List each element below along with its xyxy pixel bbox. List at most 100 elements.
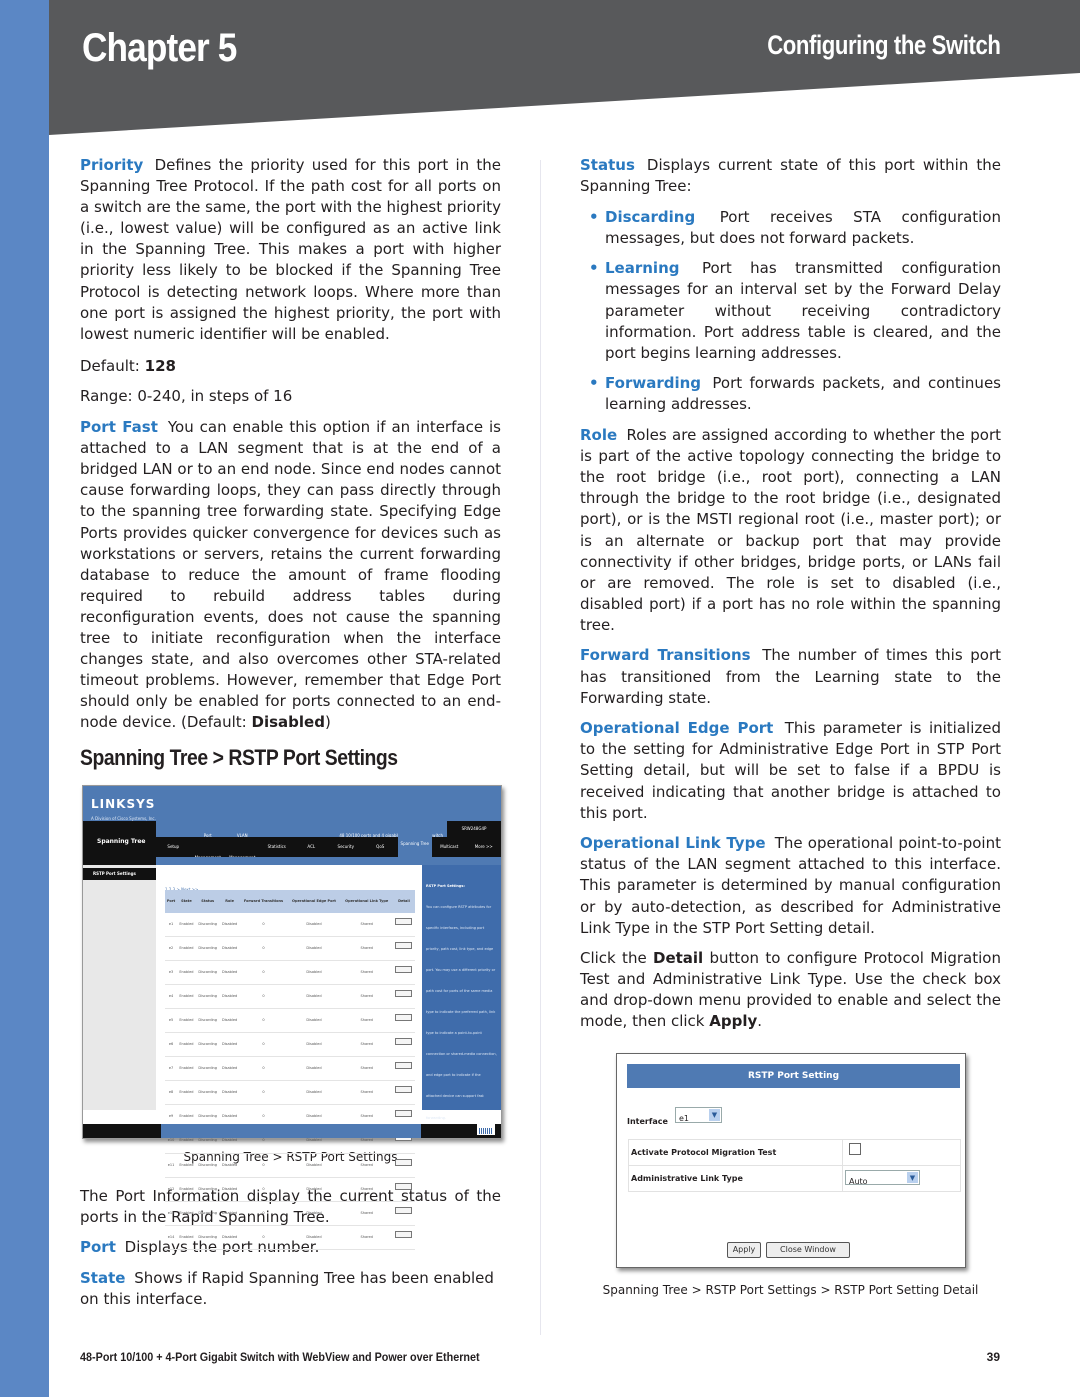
s1-nav-spanning-tree[interactable]: Spanning Tree bbox=[397, 830, 432, 857]
s1-cell: 0 bbox=[239, 984, 288, 1010]
s1-cell: Shared bbox=[340, 960, 393, 985]
s1-cell: Discarding bbox=[195, 936, 220, 961]
s1-detail-cell bbox=[392, 1201, 415, 1226]
s1-model-name: SRW248G4P bbox=[447, 820, 501, 837]
detail-button[interactable] bbox=[395, 917, 413, 925]
s1-cell: 0 bbox=[239, 1201, 288, 1226]
forwarding-term: Forwarding bbox=[605, 374, 702, 393]
s1-cell: Discarding bbox=[195, 960, 220, 985]
s1-cell: Shared bbox=[340, 984, 393, 1010]
table-row: e14 Enabled Discarding Disabled 0 Disabled Sha… bbox=[165, 1225, 415, 1250]
s1-nav-statistics[interactable]: Statistics bbox=[260, 836, 295, 857]
s1-sub-nav bbox=[156, 856, 501, 865]
s1-cell: Enabled bbox=[177, 1056, 196, 1082]
bullet-discarding: Discarding Port receives STA configurati… bbox=[580, 207, 1001, 249]
s1-cell: Discarding bbox=[195, 912, 220, 937]
section-title: Configuring the Switch bbox=[766, 30, 1001, 60]
s1-detail-cell bbox=[392, 936, 415, 961]
s1-cell: Disabled bbox=[219, 1032, 240, 1058]
s1-column-header: State bbox=[177, 889, 196, 913]
left-column: Priority Defines the priority used for t… bbox=[80, 155, 502, 1320]
detail-button[interactable] bbox=[395, 1158, 413, 1166]
s1-nav-setup[interactable]: Setup bbox=[156, 836, 191, 857]
detail-button[interactable] bbox=[395, 989, 413, 997]
s2-link-type-select[interactable]: Auto ▼ bbox=[845, 1169, 920, 1186]
s1-cell: 0 bbox=[239, 936, 288, 961]
table-row: e5 Enabled Discarding Disabled 0 Disabled Shar… bbox=[165, 1008, 415, 1034]
detail-button[interactable] bbox=[395, 1086, 413, 1094]
s1-cell: Disabled bbox=[219, 936, 240, 961]
detail-button[interactable] bbox=[395, 1230, 413, 1238]
port-fast-close: ) bbox=[324, 713, 331, 732]
s1-detail-cell bbox=[392, 984, 415, 1010]
s1-cell: Enabled bbox=[177, 912, 196, 937]
s1-help-panel: RSTP Port Settings: You can configure RS… bbox=[422, 864, 501, 1120]
detail-button[interactable] bbox=[395, 965, 413, 973]
s1-cell: Shared bbox=[340, 1080, 393, 1106]
s2-interface-value: e1 bbox=[679, 1113, 690, 1123]
s1-cell: e13 bbox=[165, 1201, 178, 1226]
s1-nav-more[interactable]: More >> bbox=[467, 836, 502, 857]
s1-nav-qos[interactable]: QoS bbox=[363, 836, 398, 857]
s1-cell: Disabled bbox=[287, 1201, 341, 1226]
s1-left-item-rstp-port-settings[interactable]: RSTP Port Settings bbox=[83, 867, 156, 880]
s1-cell: Discarding bbox=[195, 1201, 220, 1226]
page-number: 39 bbox=[986, 1350, 1000, 1364]
s1-column-header: Port bbox=[165, 889, 178, 913]
port-fast-default: Disabled bbox=[251, 713, 325, 732]
s1-cell: Disabled bbox=[287, 1153, 341, 1178]
state-term: State bbox=[80, 1268, 126, 1287]
s2-link-type-value: Auto bbox=[849, 1176, 868, 1186]
priority-text: Defines the priority used for this port … bbox=[80, 156, 501, 343]
s1-cell: 0 bbox=[239, 960, 288, 985]
s1-nav-bar: Setup Port Management VLAN Management St… bbox=[156, 830, 502, 860]
s1-cell: Disabled bbox=[287, 1177, 341, 1202]
s1-help-text: You can configure RSTP attributes for sp… bbox=[426, 904, 497, 1120]
s2-migration-checkbox[interactable] bbox=[849, 1142, 861, 1155]
s1-column-header: Forward Transitions bbox=[239, 889, 288, 913]
click-detail-paragraph: Click the Detail button to configure Pro… bbox=[580, 948, 1001, 1032]
detail-button[interactable] bbox=[395, 1110, 413, 1118]
detail-button[interactable] bbox=[395, 941, 413, 949]
s1-cell: Disabled bbox=[219, 912, 240, 937]
operational-edge-port-term: Operational Edge Port bbox=[580, 719, 774, 738]
s1-cell: Enabled bbox=[177, 1008, 196, 1034]
s1-cell: Shared bbox=[340, 1201, 393, 1226]
s1-nav-acl[interactable]: ACL bbox=[294, 836, 329, 857]
default-value: 128 bbox=[144, 356, 176, 375]
s1-cell: Disabled bbox=[287, 984, 341, 1010]
s1-cell: Disabled bbox=[219, 984, 240, 1010]
forward-transitions-paragraph: Forward Transitions The number of times … bbox=[580, 645, 1001, 708]
s1-left-panel bbox=[83, 864, 156, 1110]
s1-cell: Discarding bbox=[195, 1153, 220, 1178]
s1-detail-cell bbox=[392, 912, 415, 937]
apply-button[interactable]: Apply bbox=[727, 1241, 761, 1258]
operational-edge-port-paragraph: Operational Edge Port This parameter is … bbox=[580, 718, 1001, 823]
click-detail-post: . bbox=[757, 1012, 763, 1031]
detail-button[interactable] bbox=[395, 1062, 413, 1070]
s1-detail-cell bbox=[392, 1056, 415, 1082]
footer-product-name: 48-Port 10/100 + 4-Port Gigabit Switch w… bbox=[80, 1350, 480, 1364]
close-window-button[interactable]: Close Window bbox=[766, 1241, 850, 1258]
s2-interface-select[interactable]: e1 ▼ bbox=[675, 1106, 722, 1123]
s1-cell: Shared bbox=[340, 1056, 393, 1082]
s1-cell: Discarding bbox=[195, 1177, 220, 1202]
s2-link-type-cell: Auto ▼ bbox=[842, 1164, 961, 1192]
detail-button[interactable] bbox=[395, 1038, 413, 1046]
s1-cell: Enabled bbox=[177, 1032, 196, 1058]
table-row: e1 Enabled Discarding Disabled 0 Disabled Shar… bbox=[165, 912, 415, 937]
detail-button[interactable] bbox=[395, 1206, 413, 1214]
s1-cell: Disabled bbox=[287, 1225, 341, 1250]
forward-transitions-term: Forward Transitions bbox=[580, 646, 751, 665]
s1-column-header: Status bbox=[195, 889, 220, 913]
range-line: Range: 0-240, in steps of 16 bbox=[80, 387, 293, 406]
s1-nav-security[interactable]: Security bbox=[329, 836, 364, 857]
detail-button[interactable] bbox=[395, 1014, 413, 1021]
s2-migration-cell bbox=[842, 1138, 961, 1166]
s1-cell: Shared bbox=[340, 912, 393, 937]
s1-cell: Shared bbox=[340, 1032, 393, 1058]
s1-nav-multicast[interactable]: Multicast bbox=[432, 836, 467, 857]
detail-button[interactable] bbox=[395, 1182, 413, 1190]
s1-cell: Enabled bbox=[177, 1201, 196, 1226]
subheading-rstp-port-settings: Spanning Tree > RSTP Port Settings bbox=[80, 745, 398, 771]
